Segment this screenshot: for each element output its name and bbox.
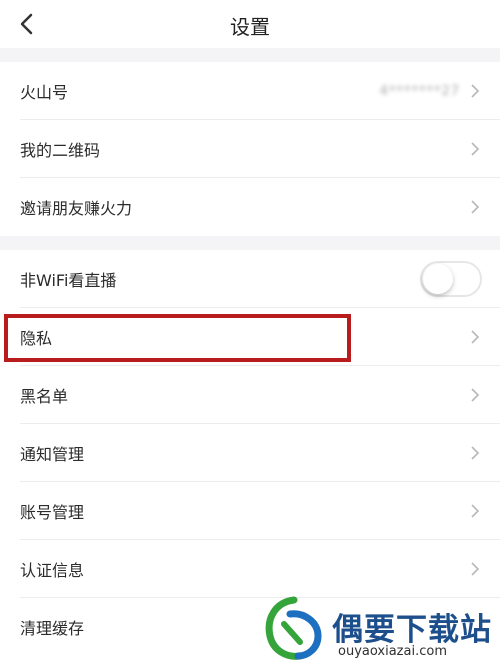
row-label: 认证信息 [20, 561, 85, 580]
settings-row-account-management[interactable]: 账号管理 [0, 482, 500, 540]
settings-row-wifi-live: 非WiFi看直播 [0, 250, 500, 308]
settings-row-invite[interactable]: 邀请朋友赚火力 [0, 178, 500, 236]
watermark-url: ouyaoxiazai.com [338, 644, 447, 659]
toggle-knob [423, 264, 453, 294]
settings-row-privacy[interactable]: 隐私 [0, 308, 500, 366]
row-label: 账号管理 [20, 503, 85, 522]
settings-row-qrcode[interactable]: 我的二维码 [0, 120, 500, 178]
row-label: 隐私 [20, 329, 53, 348]
settings-row-blacklist[interactable]: 黑名单 [0, 366, 500, 424]
account-id-value: 4*******27 [379, 83, 460, 99]
watermark-logo-icon [265, 596, 322, 660]
chevron-right-icon [471, 388, 480, 402]
row-label: 清理缓存 [20, 619, 85, 638]
row-label: 黑名单 [20, 387, 69, 406]
settings-row-account-id[interactable]: 火山号 4*******27 [0, 62, 500, 120]
chevron-right-icon [471, 446, 480, 460]
page-title: 设置 [230, 15, 270, 39]
watermark-title: 偶要下载站 [332, 612, 492, 648]
settings-row-notifications[interactable]: 通知管理 [0, 424, 500, 482]
nav-bar: 设置 [0, 0, 500, 48]
chevron-right-icon [471, 84, 480, 98]
chevron-right-icon [471, 330, 480, 344]
row-label: 通知管理 [20, 445, 85, 464]
watermark: 偶要下载站 ouyaoxiazai.com [254, 592, 494, 664]
chevron-right-icon [471, 200, 480, 214]
row-label: 我的二维码 [20, 141, 101, 160]
row-label: 非WiFi看直播 [20, 271, 117, 290]
chevron-right-icon [471, 562, 480, 576]
chevron-right-icon [471, 504, 480, 518]
row-label: 火山号 [20, 83, 69, 102]
settings-group-account: 火山号 4*******27 我的二维码 邀请朋友赚火力 [0, 62, 500, 236]
chevron-right-icon [471, 142, 480, 156]
wifi-live-toggle[interactable] [420, 261, 482, 297]
settings-row-verification[interactable]: 认证信息 [0, 540, 500, 598]
row-label: 邀请朋友赚火力 [20, 199, 133, 218]
